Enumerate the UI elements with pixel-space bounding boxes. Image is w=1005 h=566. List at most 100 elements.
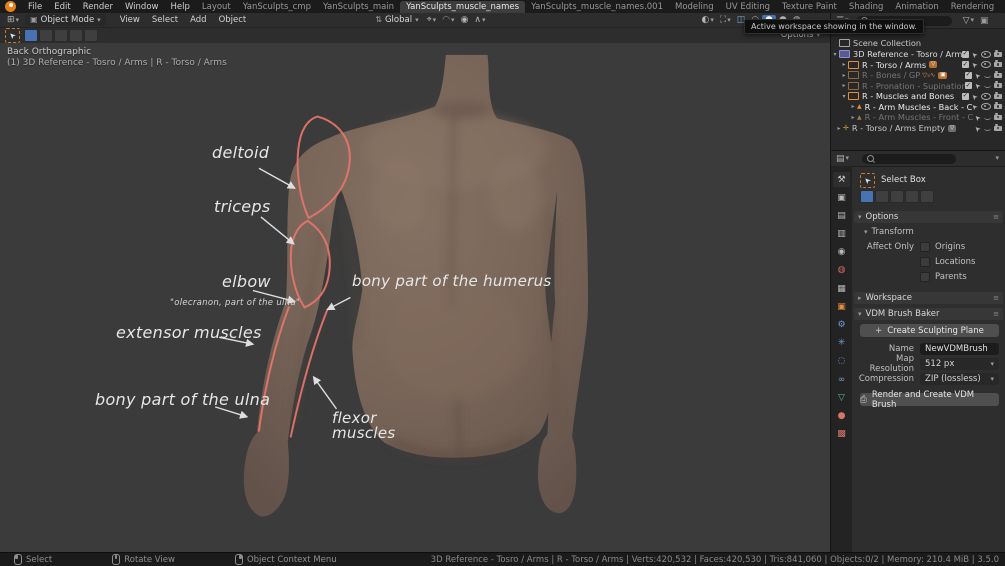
select-mode-invert-button[interactable] xyxy=(905,190,919,203)
camera-icon[interactable] xyxy=(994,52,1002,57)
tab-view-layer[interactable]: ▥ xyxy=(833,227,850,242)
panel-menu-icon[interactable]: ≡ xyxy=(993,213,999,221)
eye-icon[interactable] xyxy=(981,93,991,100)
outliner-row-scene-collection[interactable]: Scene Collection xyxy=(831,38,1005,48)
map-resolution-dropdown[interactable]: 512 px ▾ xyxy=(920,358,999,370)
select-mode-subtract-button[interactable] xyxy=(890,190,904,203)
selectable-icon[interactable]: ➤ xyxy=(974,70,983,79)
tab-scene[interactable]: ◉ xyxy=(833,245,850,260)
eye-icon[interactable] xyxy=(981,103,991,110)
outliner-row-3d-reference[interactable]: ▾ 3D Reference - Tosro / Arms ➤ xyxy=(831,49,1005,59)
render-vdm-brush-button[interactable]: ⎙ Render and Create VDM Brush xyxy=(860,393,999,406)
exclude-checkbox[interactable] xyxy=(962,61,969,68)
outliner-row-pronation[interactable]: ▸ R - Pronation - Supination ➤ xyxy=(831,81,1005,91)
orientation-dropdown[interactable]: ⇅ Global ▾ xyxy=(370,14,423,26)
camera-icon[interactable] xyxy=(994,126,1002,131)
tab-material[interactable]: ● xyxy=(833,408,850,423)
disclosure-icon[interactable]: ▸ xyxy=(835,125,843,132)
exclude-checkbox[interactable] xyxy=(965,72,972,79)
exclude-checkbox[interactable] xyxy=(962,51,969,58)
panel-menu-icon[interactable]: ≡ xyxy=(993,310,999,318)
exclude-checkbox[interactable] xyxy=(965,82,972,89)
outliner-row-arm-muscles-front[interactable]: ▸ ▲ R - Arm Muscles - Front - C ➤ xyxy=(831,112,1005,122)
select-box-tool-icon[interactable]: ➤ xyxy=(860,173,875,188)
camera-icon[interactable] xyxy=(994,83,1002,88)
menu-window[interactable]: Window xyxy=(119,2,165,12)
tab-object-data[interactable]: ▽ xyxy=(833,390,850,405)
disclosure-icon[interactable]: ▸ xyxy=(849,103,857,110)
snap-magnet-icon[interactable]: ◠▾ xyxy=(439,15,457,25)
editor-type-icon[interactable]: ⊞▾ xyxy=(4,15,22,25)
workspace-tab-layout[interactable]: Layout xyxy=(196,1,237,13)
proportional-editing-icon[interactable]: ◉ xyxy=(458,15,472,25)
origins-checkbox[interactable] xyxy=(920,242,930,252)
viewport-canvas[interactable]: Back Orthographic (1) 3D Reference - Tos… xyxy=(0,43,830,552)
falloff-icon[interactable]: ∧▾ xyxy=(471,15,488,25)
tab-world[interactable]: ◍ xyxy=(833,263,850,278)
menu-view[interactable]: View xyxy=(114,15,146,25)
menu-select[interactable]: Select xyxy=(146,15,184,25)
tab-texture[interactable]: ▩ xyxy=(833,427,850,442)
menu-render[interactable]: Render xyxy=(77,2,119,12)
camera-icon[interactable] xyxy=(994,115,1002,120)
vdm-panel-header[interactable]: ▾ VDM Brush Baker ≡ xyxy=(854,308,1003,320)
workspace-tab-modeling[interactable]: Modeling xyxy=(669,1,720,13)
disclosure-icon[interactable]: ▸ xyxy=(840,72,848,79)
workspace-tab-texture-paint[interactable]: Texture Paint xyxy=(776,1,843,13)
mode-dropdown[interactable]: ▣ Object Mode ▾ xyxy=(25,14,106,26)
tab-physics[interactable]: ◌ xyxy=(833,354,850,369)
tab-render[interactable]: ▣ xyxy=(833,190,850,205)
eye-icon[interactable] xyxy=(981,61,991,68)
workspace-tab-yansculpts-cmp[interactable]: YanSculpts_cmp xyxy=(237,1,317,13)
tab-output[interactable]: ▤ xyxy=(833,208,850,223)
selectable-icon[interactable]: ➤ xyxy=(974,112,983,121)
selectable-icon[interactable]: ➤ xyxy=(971,49,980,58)
select-mode-invert-button[interactable] xyxy=(69,29,83,42)
locations-checkbox[interactable] xyxy=(920,257,930,267)
workspace-tab-shading[interactable]: Shading xyxy=(843,1,890,13)
tab-particles[interactable]: ✳ xyxy=(833,336,850,351)
name-input[interactable]: NewVDMBrush xyxy=(920,343,999,355)
workspace-tab-yansculpts-main[interactable]: YanSculpts_main xyxy=(317,1,400,13)
selectable-icon[interactable]: ➤ xyxy=(974,81,983,90)
overlays-icon[interactable]: ⛶▾ xyxy=(717,15,734,25)
workspace-tab-uv-editing[interactable]: UV Editing xyxy=(720,1,776,13)
selectable-icon[interactable]: ➤ xyxy=(974,123,983,132)
workspace-tab-animation[interactable]: Animation xyxy=(889,1,944,13)
camera-icon[interactable] xyxy=(994,104,1002,109)
gizmos-icon[interactable]: ◐▾ xyxy=(699,15,717,25)
disclosure-icon[interactable]: ▸ xyxy=(840,82,848,89)
viewport-3d[interactable]: ⊞▾ ▣ Object Mode ▾ View Select Add Objec… xyxy=(0,13,830,552)
new-collection-icon[interactable]: ▣ xyxy=(977,16,992,26)
create-sculpting-plane-button[interactable]: + Create Sculpting Plane xyxy=(860,324,999,337)
selectable-icon[interactable]: ➤ xyxy=(971,102,980,111)
menu-add[interactable]: Add xyxy=(184,15,212,25)
select-mode-extend-button[interactable] xyxy=(39,29,53,42)
disclosure-icon[interactable]: ▾ xyxy=(831,51,839,58)
select-mode-extend-button[interactable] xyxy=(875,190,889,203)
eye-closed-icon[interactable] xyxy=(984,126,991,131)
selectable-icon[interactable]: ➤ xyxy=(971,91,980,100)
options-panel-header[interactable]: ▾ Options ≡ xyxy=(854,211,1003,223)
tab-constraints[interactable]: ∞ xyxy=(833,372,850,387)
compression-dropdown[interactable]: ZIP (lossless) ▾ xyxy=(920,373,999,385)
tab-collection[interactable]: ▦ xyxy=(833,281,850,296)
properties-search-input[interactable] xyxy=(862,154,956,164)
workspace-tab-rendering[interactable]: Rendering xyxy=(945,1,1000,13)
workspace-tab-yansculpts-muscle-names[interactable]: YanSculpts_muscle_names xyxy=(400,1,525,13)
menu-file[interactable]: File xyxy=(22,2,48,12)
workspace-tab-compositing[interactable]: Compositing xyxy=(1000,1,1005,13)
outliner-row-torso-arms[interactable]: ▸ R - Torso / Arms ▽ ➤ xyxy=(831,60,1005,70)
eye-icon[interactable] xyxy=(981,51,991,58)
blender-logo-icon[interactable] xyxy=(5,1,16,12)
select-mode-subtract-button[interactable] xyxy=(54,29,68,42)
select-mode-new-button[interactable] xyxy=(24,29,38,42)
camera-icon[interactable] xyxy=(994,94,1002,99)
disclosure-icon[interactable]: ▸ xyxy=(849,114,857,121)
select-mode-new-button[interactable] xyxy=(860,190,874,203)
parents-checkbox[interactable] xyxy=(920,272,930,282)
filter-icon[interactable]: ▽▾ xyxy=(960,16,977,26)
chevron-down-icon[interactable]: ▾ xyxy=(995,155,999,162)
editor-type-icon[interactable]: ▤▾ xyxy=(833,154,852,164)
outliner-row-muscles-bones[interactable]: ▾ R - Muscles and Bones ➤ xyxy=(831,91,1005,101)
